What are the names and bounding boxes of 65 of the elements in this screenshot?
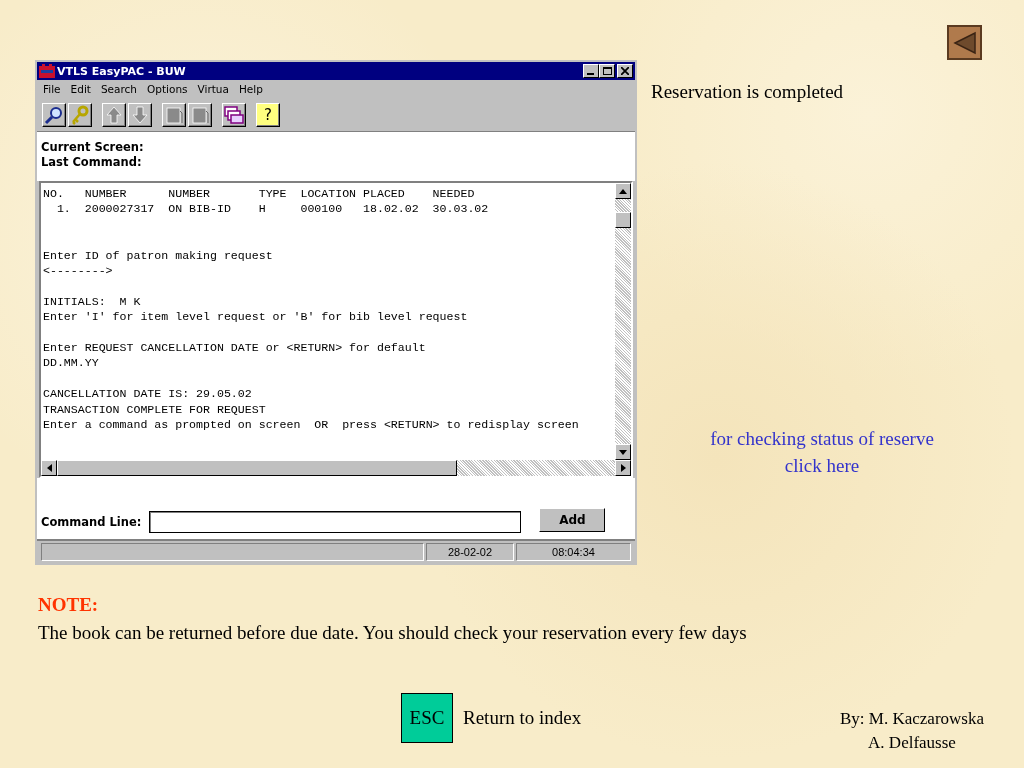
menu-item[interactable]: Virtua bbox=[197, 83, 229, 95]
page-icon bbox=[164, 104, 184, 125]
toolbar-button[interactable] bbox=[42, 102, 66, 127]
up-arrow-icon bbox=[104, 104, 124, 125]
terminal-line: CANCELLATION DATE IS: 29.05.02 bbox=[43, 386, 252, 402]
author-text: A. Delfausse bbox=[868, 732, 956, 754]
info-label: Current Screen: bbox=[41, 140, 145, 155]
help-button[interactable]: ? bbox=[256, 102, 280, 127]
scroll-thumb[interactable] bbox=[615, 212, 631, 228]
toolbar-button[interactable] bbox=[102, 102, 126, 127]
esc-button[interactable]: ESC bbox=[401, 693, 453, 743]
terminal-line: TRANSACTION COMPLETE FOR REQUEST bbox=[43, 401, 266, 418]
terminal-line: Enter a command as prompted on screen OR press <RETURN> to redisplay screen bbox=[43, 417, 579, 433]
window-title: VTLS EasyPAC - BUW bbox=[57, 64, 187, 78]
horizontal-scrollbar[interactable] bbox=[41, 460, 631, 476]
caption-text: Reservation is completed bbox=[651, 81, 844, 103]
left-arrow-icon bbox=[46, 464, 52, 472]
terminal-line: 1. 2000027317 ON BIB-ID H 000100 18.02.02 30.03.02 bbox=[55, 201, 489, 217]
down-arrow-icon bbox=[130, 104, 150, 125]
vertical-scrollbar[interactable] bbox=[615, 183, 631, 460]
up-arrow-icon bbox=[619, 188, 627, 194]
terminal-line: <--------> bbox=[43, 263, 113, 279]
menu-item[interactable]: Options bbox=[147, 83, 188, 95]
command-input-field[interactable] bbox=[149, 511, 522, 533]
menu-item[interactable]: Help bbox=[238, 83, 263, 95]
maximize-icon bbox=[602, 67, 612, 75]
status-text: 28-02-02 bbox=[426, 543, 514, 561]
close-button[interactable] bbox=[617, 64, 633, 78]
right-arrow-icon bbox=[620, 464, 626, 472]
terminal-line: NO. NUMBER NUMBER TYPE LOCATION PLACED NEEDED bbox=[43, 186, 475, 202]
menu-item[interactable]: Edit bbox=[70, 83, 91, 95]
previous-slide-button[interactable] bbox=[947, 25, 982, 60]
down-arrow-icon bbox=[619, 449, 627, 455]
left-triangle-icon bbox=[952, 30, 977, 55]
toolbar-button[interactable] bbox=[222, 102, 246, 127]
status-link[interactable]: click here bbox=[784, 452, 860, 479]
toolbar-button[interactable] bbox=[128, 102, 152, 127]
status-text: 08:04:34 bbox=[516, 543, 631, 561]
stacked-windows-icon bbox=[224, 104, 244, 125]
note-text: The book can be returned before due date. You should check your reservation every few days bbox=[38, 621, 747, 645]
app-icon bbox=[39, 64, 55, 78]
search-icon bbox=[44, 104, 64, 125]
toolbar-button[interactable] bbox=[162, 102, 186, 127]
terminal-line: INITIALS: M K bbox=[43, 293, 141, 310]
scroll-thumb[interactable] bbox=[57, 460, 457, 476]
maximize-button[interactable] bbox=[599, 64, 615, 78]
return-link[interactable]: Return to index bbox=[463, 707, 582, 729]
status-link[interactable]: for checking status of reserve bbox=[710, 425, 934, 452]
toolbar-button[interactable] bbox=[188, 102, 212, 127]
key-icon bbox=[70, 104, 90, 125]
menu-item[interactable]: Search bbox=[100, 83, 137, 95]
note-heading: NOTE: bbox=[38, 593, 100, 617]
menu-item[interactable]: File bbox=[43, 83, 61, 95]
terminal-line: Enter ID of patron making request bbox=[43, 247, 273, 263]
page-icon bbox=[190, 104, 210, 125]
info-label: Last Command: bbox=[41, 155, 143, 170]
minimize-button[interactable] bbox=[583, 64, 599, 78]
author-text: By: M. Kaczarowska bbox=[840, 708, 984, 730]
add-button[interactable]: Add bbox=[539, 508, 606, 532]
close-icon bbox=[621, 67, 629, 75]
terminal-line: DD.MM.YY bbox=[43, 355, 99, 371]
terminal-line: Enter 'I' for item level request or 'B' for bib level request bbox=[43, 309, 468, 325]
terminal-line: Enter REQUEST CANCELLATION DATE or <RETURN> for default bbox=[43, 340, 426, 356]
toolbar-button[interactable] bbox=[68, 102, 92, 127]
command-line-label: Command Line: bbox=[41, 514, 142, 531]
